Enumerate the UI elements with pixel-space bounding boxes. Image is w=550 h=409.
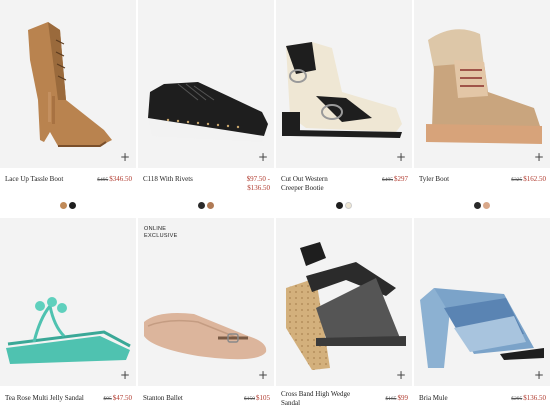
product-price: $165$99 — [348, 394, 409, 404]
product-image[interactable]: + — [0, 218, 136, 386]
color-swatches — [414, 196, 550, 214]
product-card[interactable]: + Bria Mule $295$136.50 — [414, 218, 550, 409]
sale-price: $136.50 — [523, 394, 546, 402]
add-to-bag-icon[interactable]: + — [534, 151, 544, 163]
color-swatch-brown[interactable] — [207, 201, 214, 209]
original-price: $165 — [385, 396, 397, 402]
sale-price: $97.50 - $136.50 — [246, 175, 270, 192]
product-card[interactable]: + Cut Out Western Creeper Bootie $495$29… — [276, 0, 412, 210]
add-to-bag-icon[interactable]: + — [258, 151, 268, 163]
product-price: $150$105 — [210, 394, 270, 404]
product-price: $97.50 - $136.50 — [224, 175, 270, 193]
product-card[interactable]: + Lace Up Tassle Boot $495$346.50 — [0, 0, 136, 210]
product-card[interactable]: + Tea Rose Multi Jelly Sandal $95$47.50 — [0, 218, 136, 409]
add-to-bag-icon[interactable]: + — [120, 369, 130, 381]
color-swatch-chalk[interactable] — [345, 201, 352, 209]
product-name[interactable]: C118 With Rivets — [143, 175, 228, 184]
denim-mule-image — [420, 288, 544, 368]
original-price: $295 — [511, 396, 523, 402]
product-grid: + Lace Up Tassle Boot $495$346.50 + C118… — [0, 0, 550, 409]
sale-price: $297 — [394, 175, 408, 183]
add-to-bag-icon[interactable]: + — [396, 369, 406, 381]
online-exclusive-badge: ONLINE EXCLUSIVE — [144, 226, 178, 240]
sale-price: $105 — [256, 394, 270, 402]
product-price: $95$47.50 — [72, 394, 133, 404]
product-image[interactable]: + — [414, 218, 550, 386]
sale-price: $99 — [397, 394, 409, 402]
color-swatch-black[interactable] — [336, 201, 343, 209]
wedge-sandal-image — [286, 242, 406, 370]
original-price: $150 — [244, 396, 255, 402]
color-swatch-black[interactable] — [198, 201, 205, 209]
add-to-bag-icon[interactable]: + — [534, 369, 544, 381]
product-image[interactable]: + — [276, 0, 412, 168]
lace-up-boot-image — [28, 22, 112, 147]
color-swatches — [0, 196, 136, 214]
product-card[interactable]: + C118 With Rivets $97.50 - $136.50 — [138, 0, 274, 210]
original-price: $95 — [103, 396, 112, 402]
color-swatch-black[interactable] — [474, 201, 481, 209]
add-to-bag-icon[interactable]: + — [396, 151, 406, 163]
original-price: $495 — [97, 177, 109, 183]
product-price: $295$136.50 — [486, 394, 546, 404]
product-card[interactable]: ONLINE EXCLUSIVE + Stanton Ballet $150$10… — [138, 218, 274, 409]
product-image[interactable]: ONLINE EXCLUSIVE + — [138, 218, 274, 386]
product-price: $325$162.50 — [486, 175, 546, 185]
product-price: $495$346.50 — [72, 175, 132, 185]
badge-line: EXCLUSIVE — [144, 233, 178, 239]
sale-price: $47.50 — [112, 394, 132, 402]
ballet-flat-image — [144, 313, 267, 360]
color-swatches — [138, 196, 274, 214]
sale-price: $162.50 — [523, 175, 546, 183]
product-card[interactable]: + Tyler Boot $325$162.50 — [414, 0, 550, 210]
shearling-boot-image — [426, 29, 542, 144]
product-image[interactable]: + — [414, 0, 550, 168]
sale-price: $346.50 — [109, 175, 132, 183]
product-image[interactable]: + — [276, 218, 412, 386]
sneaker-image — [148, 82, 268, 142]
original-price: $495 — [382, 177, 393, 183]
western-bootie-image — [282, 42, 402, 138]
add-to-bag-icon[interactable]: + — [120, 151, 130, 163]
jelly-sandal-image — [6, 297, 131, 364]
product-image[interactable]: + — [0, 0, 136, 168]
product-image[interactable]: + — [138, 0, 274, 168]
product-price: $495$297 — [348, 175, 408, 185]
add-to-bag-icon[interactable]: + — [258, 369, 268, 381]
original-price: $325 — [511, 177, 523, 183]
product-card[interactable]: + Cross Band High Wedge Sandal $165$99 — [276, 218, 412, 409]
color-swatch-black[interactable] — [69, 201, 76, 209]
badge-line: ONLINE — [144, 226, 167, 232]
color-swatch-beechwood[interactable] — [483, 201, 490, 209]
color-swatch-tan[interactable] — [60, 201, 67, 209]
product-name[interactable]: Cut Out Western Creeper Bootie — [281, 175, 351, 193]
color-swatches — [276, 196, 412, 214]
